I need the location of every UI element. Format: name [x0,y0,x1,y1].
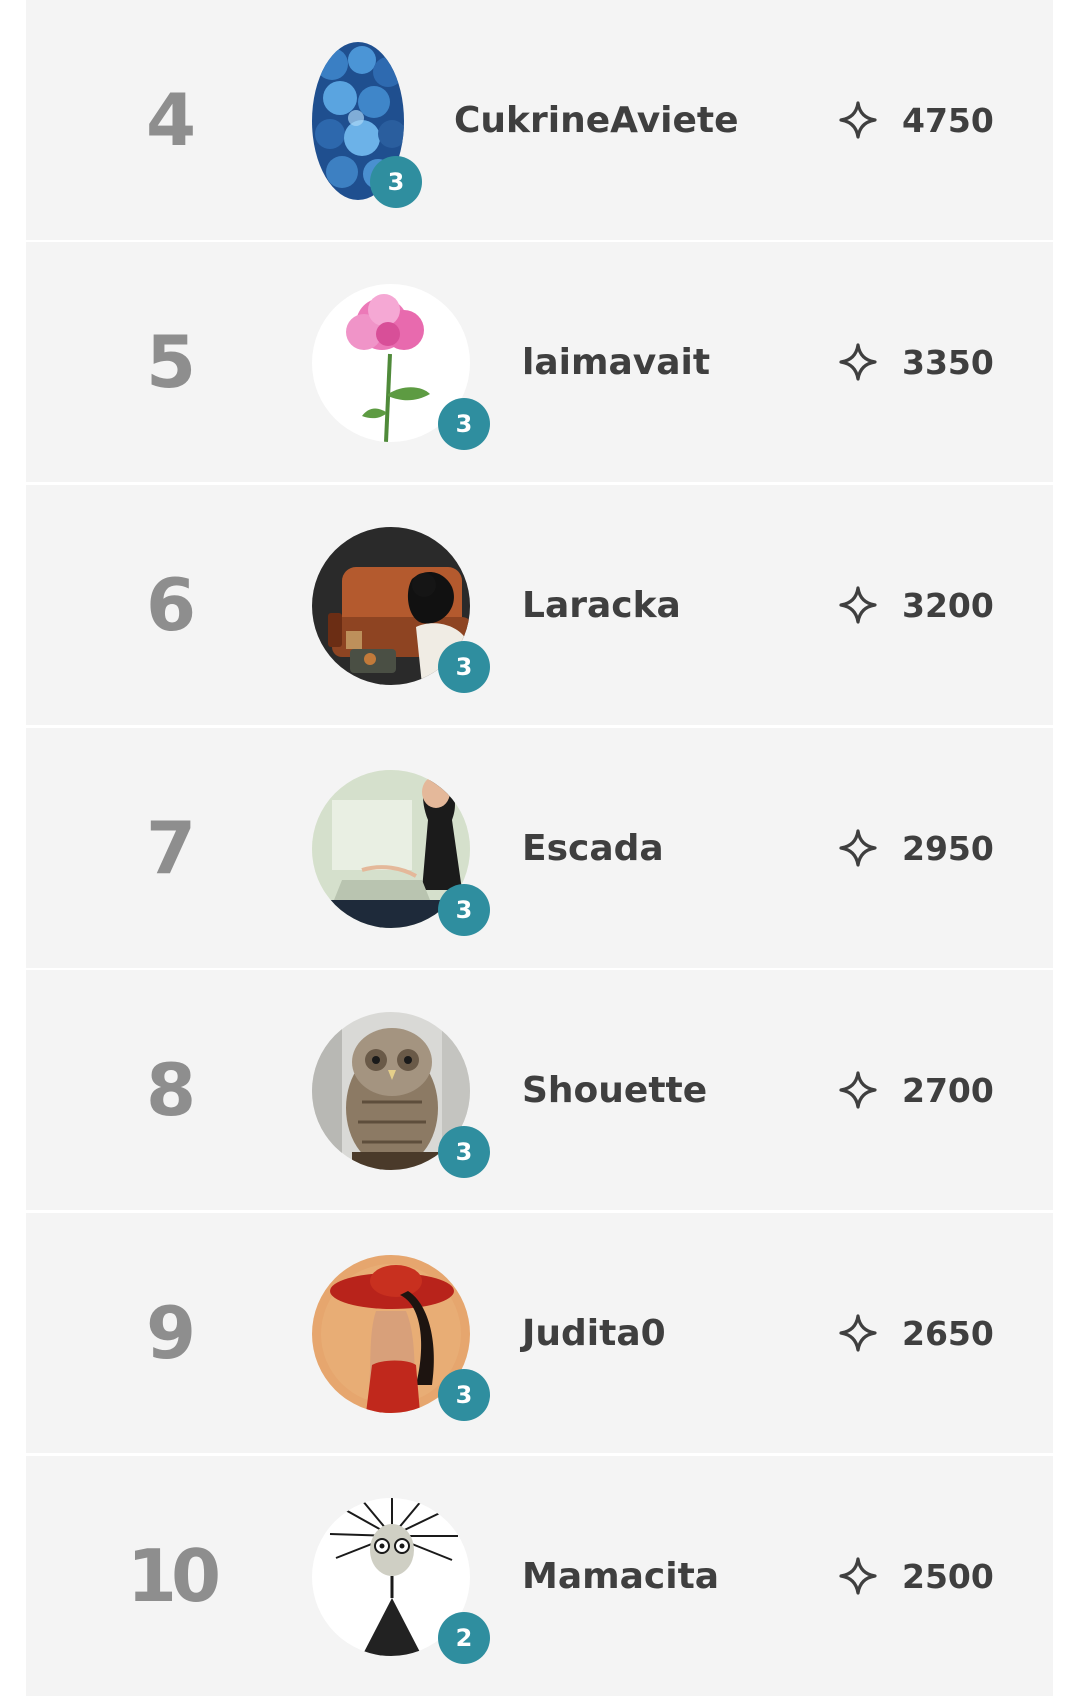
sparkle-star-icon [839,829,877,867]
level-badge: 3 [438,398,490,450]
points-value: 2650 [902,1313,994,1353]
username[interactable]: CukrineAviete [454,0,739,240]
level-badge: 3 [438,1126,490,1178]
leaderboard-row[interactable]: 10 2 Mamacita 2500 [26,1456,1053,1696]
level-badge: 3 [370,156,422,208]
rank-number: 6 [145,563,197,647]
leaderboard-row[interactable]: 5 3 laimavait 3350 [26,242,1053,482]
sparkle-star-icon [839,101,877,139]
rank-number: 9 [145,1291,197,1375]
points-value: 2500 [902,1556,994,1596]
leaderboard-row[interactable]: 9 3 Judita0 2650 [26,1213,1053,1453]
points-value: 2700 [902,1070,994,1110]
sparkle-star-icon [839,1314,877,1352]
sparkle-star-icon [839,586,877,624]
username[interactable]: Laracka [522,485,681,725]
leaderboard-row[interactable]: 8 3 Shouette 2700 [26,970,1053,1210]
username[interactable]: Mamacita [522,1456,719,1696]
rank-number: 8 [145,1048,197,1132]
points-value: 3350 [902,342,994,382]
username[interactable]: Judita0 [522,1213,666,1453]
level-badge: 3 [438,1369,490,1421]
rank-number: 5 [145,320,197,404]
level-badge: 3 [438,884,490,936]
avatar[interactable]: 3 [312,284,490,450]
username[interactable]: laimavait [522,242,710,482]
points-value: 4750 [902,100,994,140]
leaderboard-row[interactable]: 6 3 Laracka 3200 [26,485,1053,725]
leaderboard: 4 3 CukrineAviete 4750 5 3 laimavait 335… [26,0,1053,1696]
avatar[interactable]: 3 [312,527,490,693]
level-badge: 2 [438,1612,490,1664]
avatar[interactable]: 2 [312,1498,490,1664]
avatar[interactable]: 3 [312,1255,490,1421]
avatar[interactable]: 3 [312,42,472,208]
avatar[interactable]: 3 [312,770,490,936]
username[interactable]: Shouette [522,970,707,1210]
username[interactable]: Escada [522,728,664,968]
points: 3200 [838,485,994,725]
leaderboard-row[interactable]: 4 3 CukrineAviete 4750 [26,0,1053,240]
points-value: 2950 [902,828,994,868]
points-value: 3200 [902,585,994,625]
points: 2650 [838,1213,994,1453]
sparkle-star-icon [839,343,877,381]
rank-number: 7 [145,806,197,890]
rank-number: 10 [126,1534,221,1618]
leaderboard-row[interactable]: 7 3 Escada 2950 [26,728,1053,968]
points: 4750 [838,0,994,240]
sparkle-star-icon [839,1071,877,1109]
points: 2700 [838,970,994,1210]
avatar[interactable]: 3 [312,1012,490,1178]
points: 2500 [838,1456,994,1696]
level-badge: 3 [438,641,490,693]
sparkle-star-icon [839,1557,877,1595]
points: 3350 [838,242,994,482]
rank-number: 4 [145,78,197,162]
points: 2950 [838,728,994,968]
